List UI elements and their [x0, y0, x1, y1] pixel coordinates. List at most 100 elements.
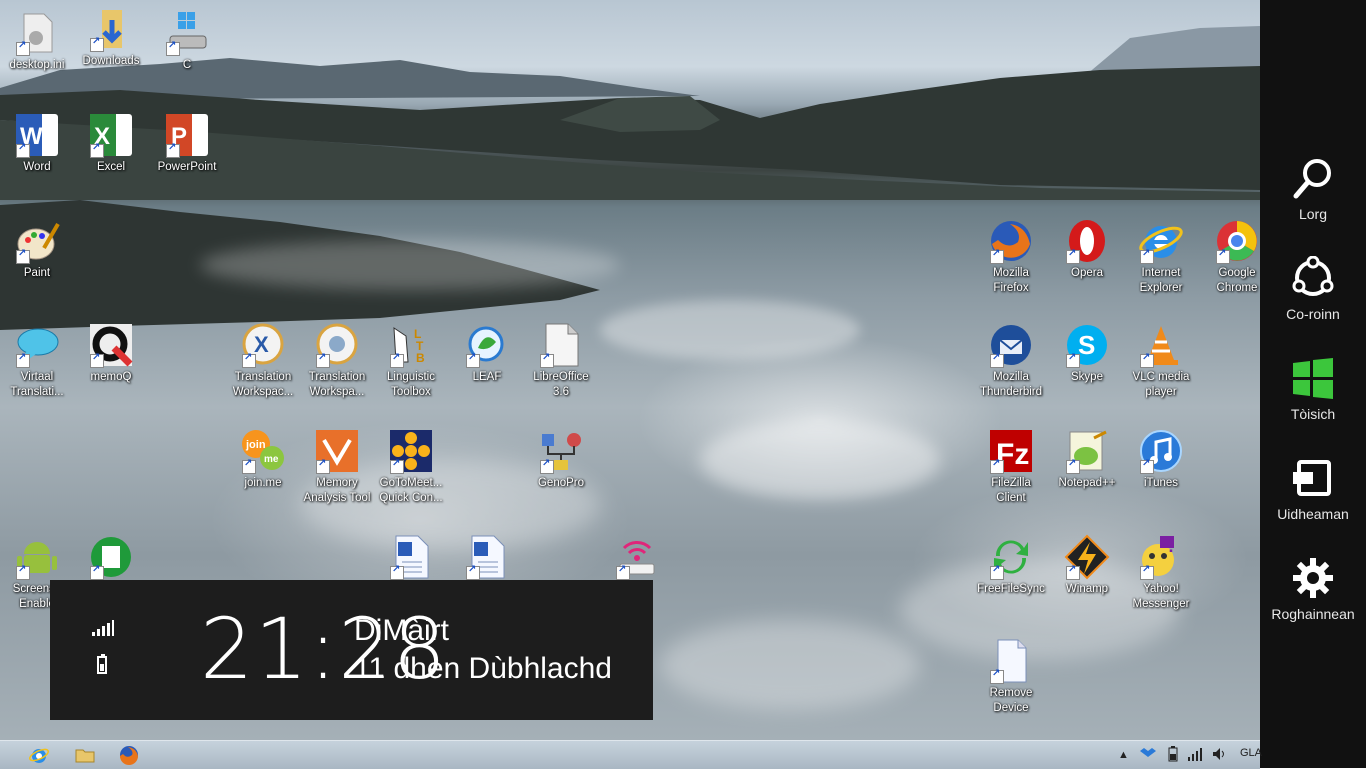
desktop-icon-paint[interactable]: Paint — [0, 218, 74, 281]
icon-label: Translation Workspa... — [308, 371, 366, 398]
icon-label: Winamp — [1065, 583, 1109, 595]
search-icon — [1293, 159, 1331, 199]
charm-start[interactable]: Tòisich — [1260, 356, 1366, 422]
desktop-icon-gotomeeting[interactable]: GoToMeet... Quick Con... — [374, 428, 448, 506]
icon-label: Virtaal Translati... — [10, 371, 64, 398]
gear-icon — [1293, 558, 1333, 598]
battery-tray-icon[interactable] — [1168, 746, 1178, 762]
folder-icon — [75, 749, 95, 763]
charm-share-label: Co-roinn — [1286, 306, 1340, 322]
desktop-icon-memory-analysis[interactable]: Memory Analysis Tool — [300, 428, 374, 506]
charm-devices-label: Uidheaman — [1277, 506, 1349, 522]
icon-label: Paint — [23, 267, 51, 279]
desktop-icon-leaf[interactable]: LEAF — [450, 322, 524, 385]
charm-settings-label: Roghainnean — [1271, 606, 1355, 622]
taskbar-explorer-button[interactable] — [74, 744, 96, 766]
charm-settings[interactable]: Roghainnean — [1260, 556, 1366, 622]
charm-start-label: Tòisich — [1290, 406, 1336, 422]
svg-text:join: join — [245, 439, 266, 451]
signal-icon — [92, 620, 114, 636]
desktop-icon-freefilesync[interactable]: FreeFileSync — [974, 534, 1048, 597]
windows-logo-icon — [1293, 358, 1333, 399]
desktop-icon-powerpoint[interactable]: P PowerPoint — [150, 112, 224, 175]
icon-label: C — [182, 59, 192, 71]
svg-text:X: X — [254, 332, 269, 357]
icon-label: desktop.ini — [9, 59, 65, 71]
desktop-icon-opera[interactable]: Opera — [1050, 218, 1124, 281]
icon-label: Internet Explorer — [1139, 267, 1183, 294]
icon-label: Mozilla Firefox — [993, 267, 1029, 294]
desktop-icon-translation-workspace-2[interactable]: Translation Workspa... — [300, 322, 374, 400]
desktop-icon-word-document[interactable] — [374, 534, 448, 582]
icon-label: LEAF — [472, 371, 502, 383]
desktop-icon-genopro[interactable]: GenoPro — [524, 428, 598, 491]
ie-icon — [29, 748, 49, 763]
volume-tray-icon[interactable] — [1212, 747, 1228, 761]
icon-label: PowerPoint — [157, 161, 217, 173]
clock-date: 11 dhen Dùbhlachd — [354, 652, 612, 685]
taskbar: ▲ GLA — [0, 740, 1262, 769]
desktop-icon-thunderbird[interactable]: Mozilla Thunderbird — [974, 322, 1048, 400]
desktop-icon-itunes[interactable]: iTunes — [1124, 428, 1198, 491]
desktop-icon-word-document-2[interactable] — [450, 534, 524, 582]
icon-label: GoToMeet... Quick Con... — [379, 477, 443, 504]
charm-search[interactable]: Lorg — [1260, 156, 1366, 222]
network-tray-icon[interactable] — [1188, 747, 1204, 761]
desktop-icon-memoq[interactable]: memoQ — [74, 322, 148, 385]
desktop-icon-winamp[interactable]: Winamp — [1050, 534, 1124, 597]
desktop-icon-virtaal[interactable]: Virtaal Translati... — [0, 322, 74, 400]
icon-label: Translation Workspac... — [232, 371, 294, 398]
icon-label: FreeFileSync — [977, 583, 1045, 595]
desktop-icon-vlc[interactable]: VLC media player — [1124, 322, 1198, 400]
icon-label: Google Chrome — [1216, 267, 1258, 294]
icon-label: FileZilla Client — [991, 477, 1031, 504]
clock-day: DiMàirt — [354, 614, 449, 647]
desktop-icon-downloads[interactable]: Downloads — [74, 6, 148, 69]
desktop-icon-remove-device[interactable]: Remove Device — [974, 638, 1048, 716]
icon-label: Opera — [1071, 267, 1103, 279]
input-language-indicator[interactable]: GLA — [1240, 747, 1262, 759]
icon-label: Linguistic Toolbox — [387, 371, 435, 398]
desktop-icon-joinme[interactable]: join me join.me — [226, 428, 300, 491]
taskbar-firefox-button[interactable] — [118, 744, 140, 766]
icon-label: Downloads — [82, 55, 140, 67]
desktop-icon-word[interactable]: W Word — [0, 112, 74, 175]
dropbox-icon[interactable] — [1140, 746, 1156, 762]
desktop-icon-skype[interactable]: S Skype — [1050, 322, 1124, 385]
firefox-icon — [120, 746, 138, 765]
icon-label: Skype — [1071, 371, 1103, 383]
desktop-icon-translation-workspace[interactable]: X Translation Workspac... — [226, 322, 300, 400]
icon-label: VLC media player — [1132, 371, 1190, 398]
icon-label: Mozilla Thunderbird — [979, 371, 1042, 398]
charm-search-label: Lorg — [1298, 206, 1328, 222]
charm-share[interactable]: Co-roinn — [1260, 256, 1366, 322]
icon-label: Memory Analysis Tool — [303, 477, 371, 504]
svg-text:B: B — [416, 351, 425, 365]
svg-text:me: me — [264, 454, 279, 465]
icon-label: iTunes — [1143, 477, 1179, 489]
desktop-icon-excel[interactable]: X Excel — [74, 112, 148, 175]
icon-label: memoQ — [90, 371, 132, 383]
desktop-icon-google-chrome[interactable]: Google Chrome — [1200, 218, 1260, 296]
desktop-icon-green-app[interactable] — [74, 534, 148, 582]
desktop-icon-c-drive[interactable]: C — [150, 10, 224, 73]
desktop-icon-filezilla[interactable]: Fz FileZilla Client — [974, 428, 1048, 506]
desktop-icon-linguistic-toolbox[interactable]: LTB Linguistic Toolbox — [374, 322, 448, 400]
taskbar-ie-button[interactable] — [28, 744, 50, 766]
desktop-icon-yahoo-messenger[interactable]: ! Yahoo! Messenger — [1124, 534, 1198, 612]
icon-label: LibreOffice 3.6 — [533, 371, 589, 398]
desktop-icon-notepadpp[interactable]: Notepad++ — [1050, 428, 1124, 491]
icon-label: Word — [23, 161, 51, 173]
desktop-icon-internet-explorer[interactable]: Internet Explorer — [1124, 218, 1198, 296]
desktop-icon-desktop-ini[interactable]: desktop.ini — [0, 10, 74, 73]
clock-overlay: 21:28 DiMàirt 11 dhen Dùbhlachd — [50, 580, 653, 720]
icon-label: Notepad++ — [1058, 477, 1116, 489]
icon-label: Remove Device — [989, 687, 1033, 714]
desktop-icon-firefox[interactable]: Mozilla Firefox — [974, 218, 1048, 296]
charms-bar: Lorg Co-roinn Tòisich Uidheaman Roghainn… — [1260, 0, 1366, 768]
charm-devices[interactable]: Uidheaman — [1260, 456, 1366, 522]
desktop-icon-wifi-device[interactable] — [600, 534, 674, 582]
icon-label: Excel — [96, 161, 126, 173]
show-hidden-icons-button[interactable]: ▲ — [1118, 749, 1129, 761]
desktop-icon-libreoffice[interactable]: LibreOffice 3.6 — [524, 322, 598, 400]
